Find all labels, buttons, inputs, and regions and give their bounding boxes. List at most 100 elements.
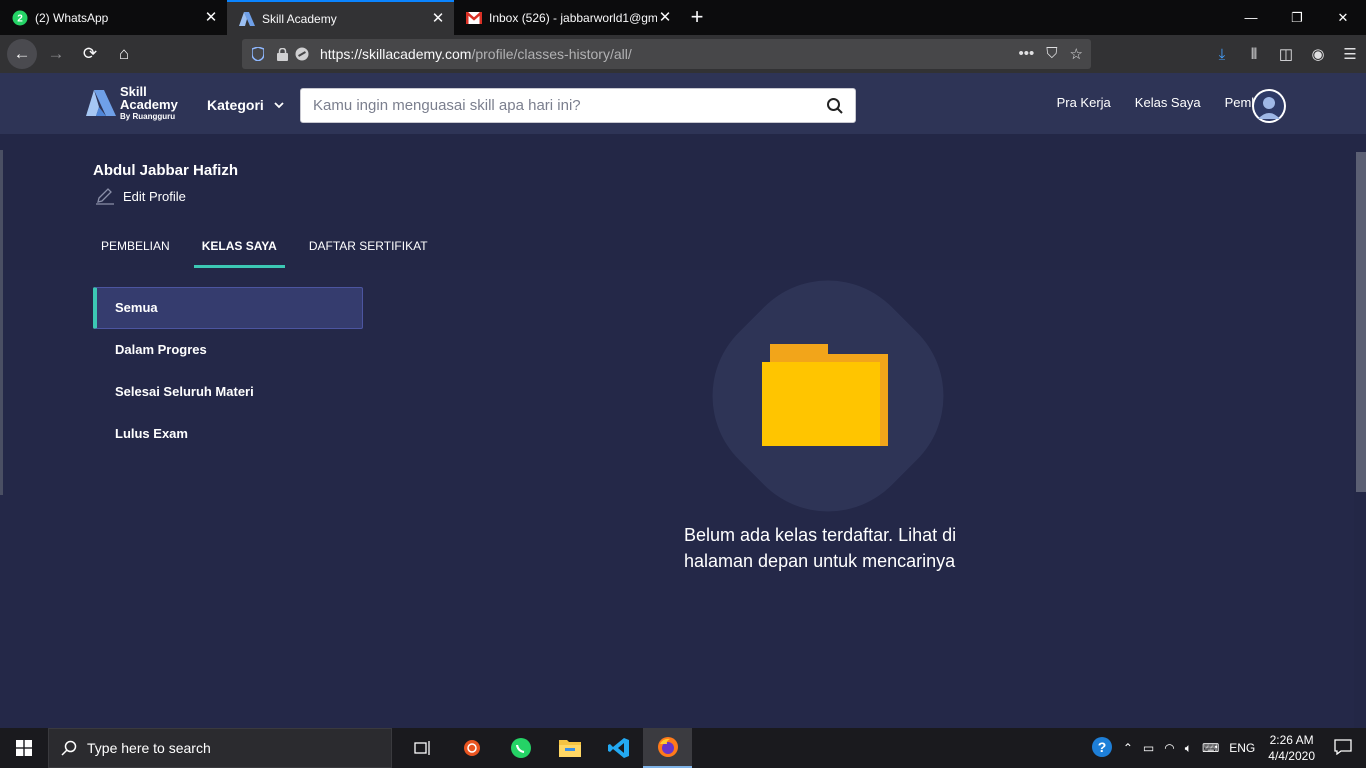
edit-profile-link[interactable]: Edit Profile xyxy=(95,187,186,205)
volume-icon[interactable]: 🔈︎ xyxy=(1185,741,1192,756)
page-edge xyxy=(0,150,3,495)
start-button[interactable] xyxy=(0,728,48,768)
library-icon[interactable]: ⫴ xyxy=(1238,46,1270,63)
windows-logo-icon xyxy=(16,740,32,756)
chevron-down-icon xyxy=(274,102,284,109)
skill-academy-icon xyxy=(239,11,255,27)
sidebar-icon[interactable]: ◫ xyxy=(1270,45,1302,63)
nav-kelas-saya[interactable]: Kelas Saya xyxy=(1135,95,1201,110)
tab-gmail[interactable]: Inbox (526) - jabbarworld1@gm ✕ xyxy=(454,0,681,35)
minimize-icon[interactable]: — xyxy=(1228,0,1274,35)
browser-nav-bar: ← → ⟳ ⌂ https://skillacademy.com/profile… xyxy=(0,35,1366,73)
close-tab-icon[interactable]: ✕ xyxy=(657,9,673,26)
tab-whatsapp[interactable]: 2 (2) WhatsApp ✕ xyxy=(0,0,227,35)
taskbar-apps xyxy=(398,728,692,768)
page-scrollbar[interactable] xyxy=(1354,134,1366,728)
kategori-dropdown[interactable]: Kategori xyxy=(207,97,284,113)
folder-icon xyxy=(762,344,888,446)
notifications-icon[interactable] xyxy=(1334,738,1352,758)
keyboard-icon[interactable]: ⌨ xyxy=(1202,741,1219,755)
svg-text:2: 2 xyxy=(17,13,23,24)
profile-tabs: PEMBELIAN KELAS SAYA DAFTAR SERTIFIKAT xyxy=(93,228,452,268)
pencil-icon xyxy=(96,188,114,205)
tab-daftar-sertifikat[interactable]: DAFTAR SERTIFIKAT xyxy=(301,228,436,268)
site-header: Skill Academy By Ruangguru Kategori Pra … xyxy=(0,73,1366,134)
battery-icon[interactable]: ▭ xyxy=(1143,741,1154,755)
scrollbar-thumb[interactable] xyxy=(1356,152,1366,492)
tab-skill-academy[interactable]: Skill Academy ✕ xyxy=(227,0,454,35)
wifi-icon[interactable]: ◠ xyxy=(1164,741,1174,755)
back-button[interactable]: ← xyxy=(7,39,37,69)
filter-dalam-progres[interactable]: Dalam Progres xyxy=(93,329,363,371)
home-button[interactable]: ⌂ xyxy=(109,39,139,69)
tab-title: Skill Academy xyxy=(262,11,337,26)
filter-selesai-seluruh-materi[interactable]: Selesai Seluruh Materi xyxy=(93,371,363,413)
whatsapp-icon: 2 xyxy=(12,10,28,26)
class-filter-sidebar: Semua Dalam Progres Selesai Seluruh Mate… xyxy=(93,287,363,455)
search-icon[interactable] xyxy=(826,97,844,115)
logo-mark-icon xyxy=(86,90,116,116)
main-content: Semua Dalam Progres Selesai Seluruh Mate… xyxy=(0,243,1354,728)
skill-academy-logo[interactable]: Skill Academy By Ruangguru xyxy=(86,85,178,121)
logo-line-2: Academy xyxy=(120,97,178,112)
profile-section: Abdul Jabbar Hafizh Edit Profile PEMBELI… xyxy=(0,134,1366,270)
toolbar-right: ⤓ ⫴ ◫ ◉ ☰ xyxy=(1206,35,1366,73)
firefox-icon[interactable] xyxy=(643,728,692,768)
empty-state-line-1: Belum ada kelas terdaftar. Lihat di xyxy=(684,525,957,545)
account-icon[interactable]: ◉ xyxy=(1302,45,1334,63)
avatar[interactable] xyxy=(1252,89,1286,123)
nav-pra-kerja[interactable]: Pra Kerja xyxy=(1057,95,1111,110)
tab-kelas-saya[interactable]: KELAS SAYA xyxy=(193,228,285,268)
clock-date: 4/4/2020 xyxy=(1268,749,1315,763)
url-text[interactable]: https://skillacademy.com/profile/classes… xyxy=(320,46,632,62)
tab-pembelian[interactable]: PEMBELIAN xyxy=(93,228,178,268)
permissions-icon[interactable] xyxy=(294,46,310,62)
forward-button[interactable]: → xyxy=(41,39,71,69)
window-controls: — ❐ ✕ xyxy=(1228,0,1366,35)
edit-profile-label: Edit Profile xyxy=(123,188,186,204)
empty-state-message: Belum ada kelas terdaftar. Lihat di hala… xyxy=(684,522,984,574)
empty-state-line-2: halaman depan untuk mencarinya xyxy=(684,551,956,571)
url-bar[interactable]: https://skillacademy.com/profile/classes… xyxy=(242,39,1091,69)
menu-icon[interactable]: ☰ xyxy=(1334,45,1366,63)
clock[interactable]: 2:26 AM 4/4/2020 xyxy=(1268,732,1315,764)
new-tab-button[interactable]: + xyxy=(681,0,713,35)
more-actions-icon[interactable]: ••• xyxy=(1019,45,1035,63)
reload-button[interactable]: ⟳ xyxy=(75,39,105,69)
shield-icon[interactable] xyxy=(250,46,266,62)
file-explorer-icon[interactable] xyxy=(545,728,594,768)
windows-taskbar: Type here to search ? ⌃ ▭ ◠ 🔈︎ ⌨ ENG 2:2… xyxy=(0,728,1366,768)
help-icon[interactable]: ? xyxy=(1091,736,1113,761)
ubuntu-icon[interactable] xyxy=(447,728,496,768)
close-window-icon[interactable]: ✕ xyxy=(1320,0,1366,35)
search-input[interactable] xyxy=(313,97,826,114)
browser-tab-strip: 2 (2) WhatsApp ✕ Skill Academy ✕ Inbox (… xyxy=(0,0,1366,35)
taskbar-search[interactable]: Type here to search xyxy=(48,728,392,768)
chevron-up-icon[interactable]: ⌃ xyxy=(1123,741,1133,755)
lock-icon[interactable] xyxy=(274,46,290,62)
kategori-label: Kategori xyxy=(207,97,264,113)
pocket-icon[interactable]: ⛉ xyxy=(1046,45,1057,63)
profile-name: Abdul Jabbar Hafizh xyxy=(93,162,239,179)
tab-title: (2) WhatsApp xyxy=(35,10,109,25)
svg-text:?: ? xyxy=(1098,739,1107,755)
vscode-icon[interactable] xyxy=(594,728,643,768)
restore-icon[interactable]: ❐ xyxy=(1274,0,1320,35)
logo-line-3: By Ruangguru xyxy=(120,112,176,121)
gmail-icon xyxy=(466,10,482,26)
system-tray: ? ⌃ ▭ ◠ 🔈︎ ⌨ ENG 2:26 AM 4/4/2020 xyxy=(1086,728,1366,768)
download-icon[interactable]: ⤓ xyxy=(1206,46,1238,63)
tab-title: Inbox (526) - jabbarworld1@gm xyxy=(489,10,657,25)
filter-semua[interactable]: Semua xyxy=(93,287,363,329)
bookmark-star-icon[interactable]: ☆ xyxy=(1070,45,1083,63)
clock-time: 2:26 AM xyxy=(1269,733,1314,747)
close-tab-icon[interactable]: ✕ xyxy=(430,10,446,27)
close-tab-icon[interactable]: ✕ xyxy=(203,9,219,26)
url-path: /profile/classes-history/all/ xyxy=(471,46,632,62)
language-indicator[interactable]: ENG xyxy=(1229,741,1255,755)
search-icon xyxy=(61,740,77,756)
taskbar-search-placeholder: Type here to search xyxy=(87,740,211,756)
whatsapp-app-icon[interactable] xyxy=(496,728,545,768)
task-view-icon[interactable] xyxy=(398,728,447,768)
filter-lulus-exam[interactable]: Lulus Exam xyxy=(93,413,363,455)
